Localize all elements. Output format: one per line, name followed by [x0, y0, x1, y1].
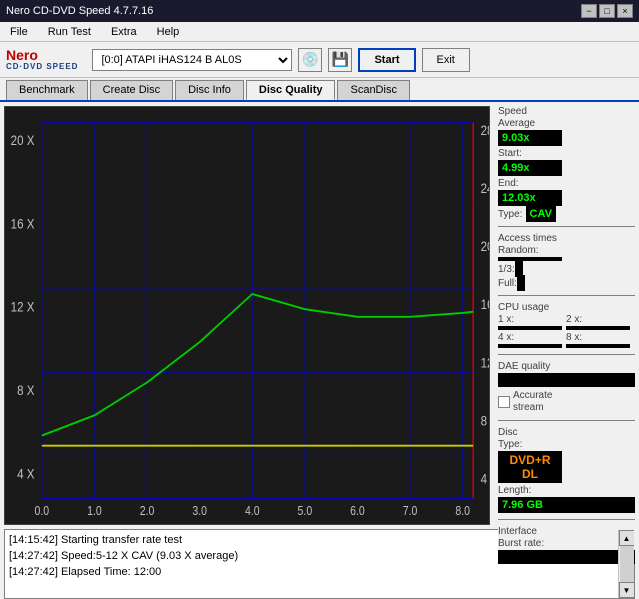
title-bar-title: Nero CD-DVD Speed 4.7.7.16 [6, 5, 153, 17]
disc-length-label: Length: [498, 485, 635, 496]
access-times-title: Access times [498, 233, 635, 244]
disc-title: Disc [498, 427, 635, 438]
svg-text:7.0: 7.0 [403, 504, 418, 518]
nero-logo-text: Nero [6, 48, 78, 62]
accurate-stream-label2: stream [513, 402, 552, 413]
svg-text:12: 12 [481, 354, 489, 370]
speed-title: Speed [498, 106, 635, 117]
main-area: 20 X 16 X 12 X 8 X 4 X 28 24 20 16 12 8 … [0, 102, 639, 529]
log-line-1: [14:27:42] Speed:5-12 X CAV (9.03 X aver… [9, 548, 614, 564]
minimize-button[interactable]: − [581, 4, 597, 18]
svg-text:16 X: 16 X [11, 215, 35, 231]
scrollbar-track [620, 546, 634, 582]
svg-text:0.0: 0.0 [35, 504, 50, 518]
svg-text:1.0: 1.0 [87, 504, 102, 518]
nero-logo-subtitle: CD·DVD SPEED [6, 62, 78, 71]
speed-average-label: Average [498, 118, 635, 129]
cpu-2x-value [566, 326, 630, 330]
cpu-8x-label: 8 x: [566, 332, 630, 343]
dae-value [498, 373, 635, 387]
svg-text:4.0: 4.0 [245, 504, 260, 518]
dae-title: DAE quality [498, 361, 635, 372]
disc-type-value: DVD+R DL [498, 451, 562, 483]
disc-length-value: 7.96 GB [498, 497, 635, 513]
svg-text:2.0: 2.0 [140, 504, 155, 518]
accurate-stream-label: Accurate [513, 390, 552, 401]
close-button[interactable]: × [617, 4, 633, 18]
svg-text:28: 28 [481, 122, 489, 138]
menu-help[interactable]: Help [151, 24, 186, 40]
title-bar-controls: − □ × [581, 4, 633, 18]
maximize-button[interactable]: □ [599, 4, 615, 18]
speed-type-value: CAV [526, 206, 556, 222]
log-line-0: [14:15:42] Starting transfer rate test [9, 532, 614, 548]
cpu-usage-title: CPU usage [498, 302, 635, 313]
random-label: Random: [498, 245, 562, 256]
speed-type-label: Type: [498, 209, 522, 220]
menu-extra[interactable]: Extra [105, 24, 143, 40]
speed-start-label: Start: [498, 148, 562, 159]
svg-text:20 X: 20 X [11, 132, 35, 148]
full-label: Full: [498, 278, 517, 289]
svg-text:5.0: 5.0 [298, 504, 313, 518]
svg-text:3.0: 3.0 [192, 504, 207, 518]
svg-text:8: 8 [481, 412, 487, 428]
save-icon-button[interactable]: 💾 [328, 48, 352, 72]
log-line-2: [14:27:42] Elapsed Time: 12:00 [9, 564, 614, 580]
one-third-label: 1/3: [498, 264, 515, 275]
tab-disc-info[interactable]: Disc Info [175, 80, 244, 100]
log-content: [14:15:42] Starting transfer rate test [… [5, 530, 618, 598]
tab-scan-disc[interactable]: ScanDisc [337, 80, 409, 100]
speed-end-label: End: [498, 178, 562, 189]
svg-text:4: 4 [481, 471, 487, 487]
dae-section: DAE quality Accurate stream [498, 361, 635, 414]
log-area: [14:15:42] Starting transfer rate test [… [4, 529, 635, 599]
log-scrollbar: ▲ ▼ [618, 530, 634, 598]
cpu-8x-value [566, 344, 630, 348]
title-bar: Nero CD-DVD Speed 4.7.7.16 − □ × [0, 0, 639, 22]
right-panel: Speed Average 9.03x Start: 4.99x End: 12… [494, 102, 639, 529]
cpu-1x-label: 1 x: [498, 314, 562, 325]
speed-end-value: 12.03x [498, 190, 562, 206]
speed-average-value: 9.03x [498, 130, 562, 146]
disc-type-label: Type: [498, 439, 635, 450]
speed-start-value: 4.99x [498, 160, 562, 176]
cpu-1x-value [498, 326, 562, 330]
svg-text:8 X: 8 X [17, 382, 35, 398]
cpu-4x-value [498, 344, 562, 348]
scrollbar-up-button[interactable]: ▲ [619, 530, 635, 546]
speed-section: Speed Average 9.03x Start: 4.99x End: 12… [498, 106, 635, 220]
random-value [498, 257, 562, 261]
menu-bar: File Run Test Extra Help [0, 22, 639, 42]
svg-text:16: 16 [481, 296, 489, 312]
cpu-usage-section: CPU usage 1 x: 2 x: 4 x: 8 x: [498, 302, 635, 348]
start-button[interactable]: Start [358, 48, 415, 72]
access-times-section: Access times Random: 1/3: Full: [498, 233, 635, 289]
disc-icon-button[interactable]: 💿 [298, 48, 322, 72]
svg-text:20: 20 [481, 238, 489, 254]
menu-file[interactable]: File [4, 24, 34, 40]
scrollbar-down-button[interactable]: ▼ [619, 582, 635, 598]
tab-disc-quality[interactable]: Disc Quality [246, 80, 336, 100]
toolbar: Nero CD·DVD SPEED [0:0] ATAPI iHAS124 B … [0, 42, 639, 78]
chart-svg: 20 X 16 X 12 X 8 X 4 X 28 24 20 16 12 8 … [5, 107, 489, 524]
menu-run-test[interactable]: Run Test [42, 24, 97, 40]
tab-benchmark[interactable]: Benchmark [6, 80, 88, 100]
svg-text:4 X: 4 X [17, 465, 35, 481]
drive-select[interactable]: [0:0] ATAPI iHAS124 B AL0S [92, 49, 292, 71]
svg-text:6.0: 6.0 [350, 504, 365, 518]
cpu-2x-label: 2 x: [566, 314, 630, 325]
tab-bar: Benchmark Create Disc Disc Info Disc Qua… [0, 78, 639, 102]
svg-text:12 X: 12 X [11, 299, 35, 315]
tab-create-disc[interactable]: Create Disc [90, 80, 173, 100]
cpu-4x-label: 4 x: [498, 332, 562, 343]
exit-button[interactable]: Exit [422, 48, 470, 72]
svg-text:8.0: 8.0 [455, 504, 470, 518]
full-value [517, 275, 525, 291]
disc-section: Disc Type: DVD+R DL Length: 7.96 GB [498, 427, 635, 513]
svg-text:24: 24 [481, 180, 489, 196]
nero-logo: Nero CD·DVD SPEED [6, 48, 78, 71]
chart-container: 20 X 16 X 12 X 8 X 4 X 28 24 20 16 12 8 … [4, 106, 490, 525]
accurate-stream-checkbox[interactable] [498, 396, 510, 408]
